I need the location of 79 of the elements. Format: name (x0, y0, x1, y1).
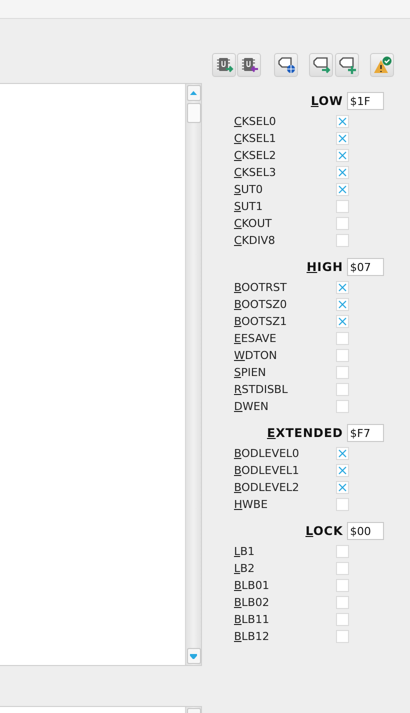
fuse-checkbox[interactable] (336, 234, 349, 246)
chip-export-icon (214, 55, 234, 75)
fuse-checkbox[interactable] (336, 562, 349, 574)
fuse-checkbox[interactable] (336, 400, 349, 412)
fuse-checkbox[interactable] (336, 544, 349, 558)
fuse-bit-label: CKSEL2 (234, 148, 276, 162)
fuse-bit-label: DWEN (234, 400, 269, 412)
fuse-bit-label: BOOTRST (234, 280, 287, 294)
fuse-checkbox[interactable] (336, 200, 349, 212)
toolbar-button[interactable] (309, 53, 333, 77)
fuse-bit-label: BLB01 (234, 578, 270, 592)
editor-pane[interactable] (0, 83, 202, 666)
fuse-bit-label: CKOUT (234, 216, 272, 230)
fuse-bit-label: HWBE (234, 498, 268, 510)
toolbar-button[interactable] (274, 53, 298, 77)
fuse-value-field[interactable]: $1F (347, 92, 384, 110)
fuse-checkbox[interactable] (336, 148, 349, 162)
chip-import-icon (239, 55, 259, 75)
fuse-checkbox[interactable] (336, 348, 349, 362)
scroll-thumb[interactable] (186, 103, 200, 123)
fuse-checkbox[interactable] (336, 382, 349, 396)
fuse-value-field[interactable]: $F7 (347, 424, 384, 442)
fuse-bit-label: CKDIV8 (234, 234, 276, 246)
fuse-checkbox[interactable] (336, 314, 349, 328)
fuse-bit-label: LB2 (234, 562, 255, 574)
fuse-checkbox[interactable] (336, 630, 349, 642)
fuse-group-title: HIGH (306, 260, 343, 274)
fuse-bit-label: CKSEL3 (234, 166, 276, 178)
fuse-checkbox[interactable] (336, 216, 349, 230)
tag-globe-icon (276, 55, 296, 75)
toolbar-button[interactable] (370, 53, 394, 77)
fuse-bit-label: EESAVE (234, 332, 276, 344)
fuse-group-title: LOW (310, 94, 343, 108)
fuse-bit-label: BODLEVEL0 (234, 446, 300, 460)
fuse-group-title: LOCK (305, 524, 343, 538)
toolbar-button[interactable] (212, 53, 236, 77)
toolbar-button[interactable] (335, 53, 359, 77)
scroll-down-button[interactable] (186, 648, 200, 664)
tag-add-icon (337, 55, 357, 75)
warning-check-icon (372, 55, 392, 75)
fuse-group-title: EXTENDED (267, 426, 343, 440)
fuse-checkbox[interactable] (336, 166, 349, 178)
fuse-bit-label: RSTDISBL (234, 382, 288, 396)
fuse-checkbox[interactable] (336, 182, 349, 196)
fuse-value-field[interactable]: $00 (347, 522, 384, 540)
fuse-checkbox[interactable] (336, 114, 349, 128)
fuse-checkbox[interactable] (336, 446, 349, 460)
fuse-checkbox[interactable] (336, 612, 349, 626)
scroll-up-button[interactable] (186, 85, 200, 101)
fuse-bit-label: BLB12 (234, 630, 270, 642)
fuse-bit-label: BOOTSZ1 (234, 314, 287, 328)
fuse-bit-label: BLB02 (234, 596, 270, 608)
fuse-checkbox[interactable] (336, 578, 349, 592)
fuse-checkbox[interactable] (336, 332, 349, 344)
fuse-bit-label: WDTON (234, 348, 277, 362)
fuse-checkbox[interactable] (336, 366, 349, 378)
fuse-checkbox[interactable] (336, 596, 349, 608)
fuse-bit-label: CKSEL0 (234, 114, 276, 128)
fuse-value-field[interactable]: $07 (347, 258, 384, 276)
fuse-checkbox[interactable] (336, 464, 349, 476)
fuse-bit-label: BLB11 (234, 612, 270, 626)
fuse-bit-label: SUT0 (234, 182, 263, 196)
up-arrow-icon (190, 91, 197, 95)
fuse-bit-label: CKSEL1 (234, 132, 276, 144)
fuse-bit-label: SUT1 (234, 200, 263, 212)
tag-export-icon (311, 55, 331, 75)
toolbar-button[interactable] (237, 53, 261, 77)
fuse-bit-label: BODLEVEL2 (234, 480, 300, 494)
fuse-checkbox[interactable] (336, 480, 349, 494)
fuse-checkbox[interactable] (336, 132, 349, 144)
fuse-bit-label: SPIEN (234, 366, 266, 378)
fuse-checkbox[interactable] (336, 298, 349, 310)
fuse-bit-label: LB1 (234, 544, 255, 558)
fuse-bit-label: BOOTSZ0 (234, 298, 287, 310)
fuse-checkbox[interactable] (336, 280, 349, 294)
down-arrow-icon (190, 654, 197, 658)
fuse-checkbox[interactable] (336, 498, 349, 510)
fuse-bit-label: BODLEVEL1 (234, 464, 300, 476)
scrollbar[interactable] (185, 84, 201, 665)
